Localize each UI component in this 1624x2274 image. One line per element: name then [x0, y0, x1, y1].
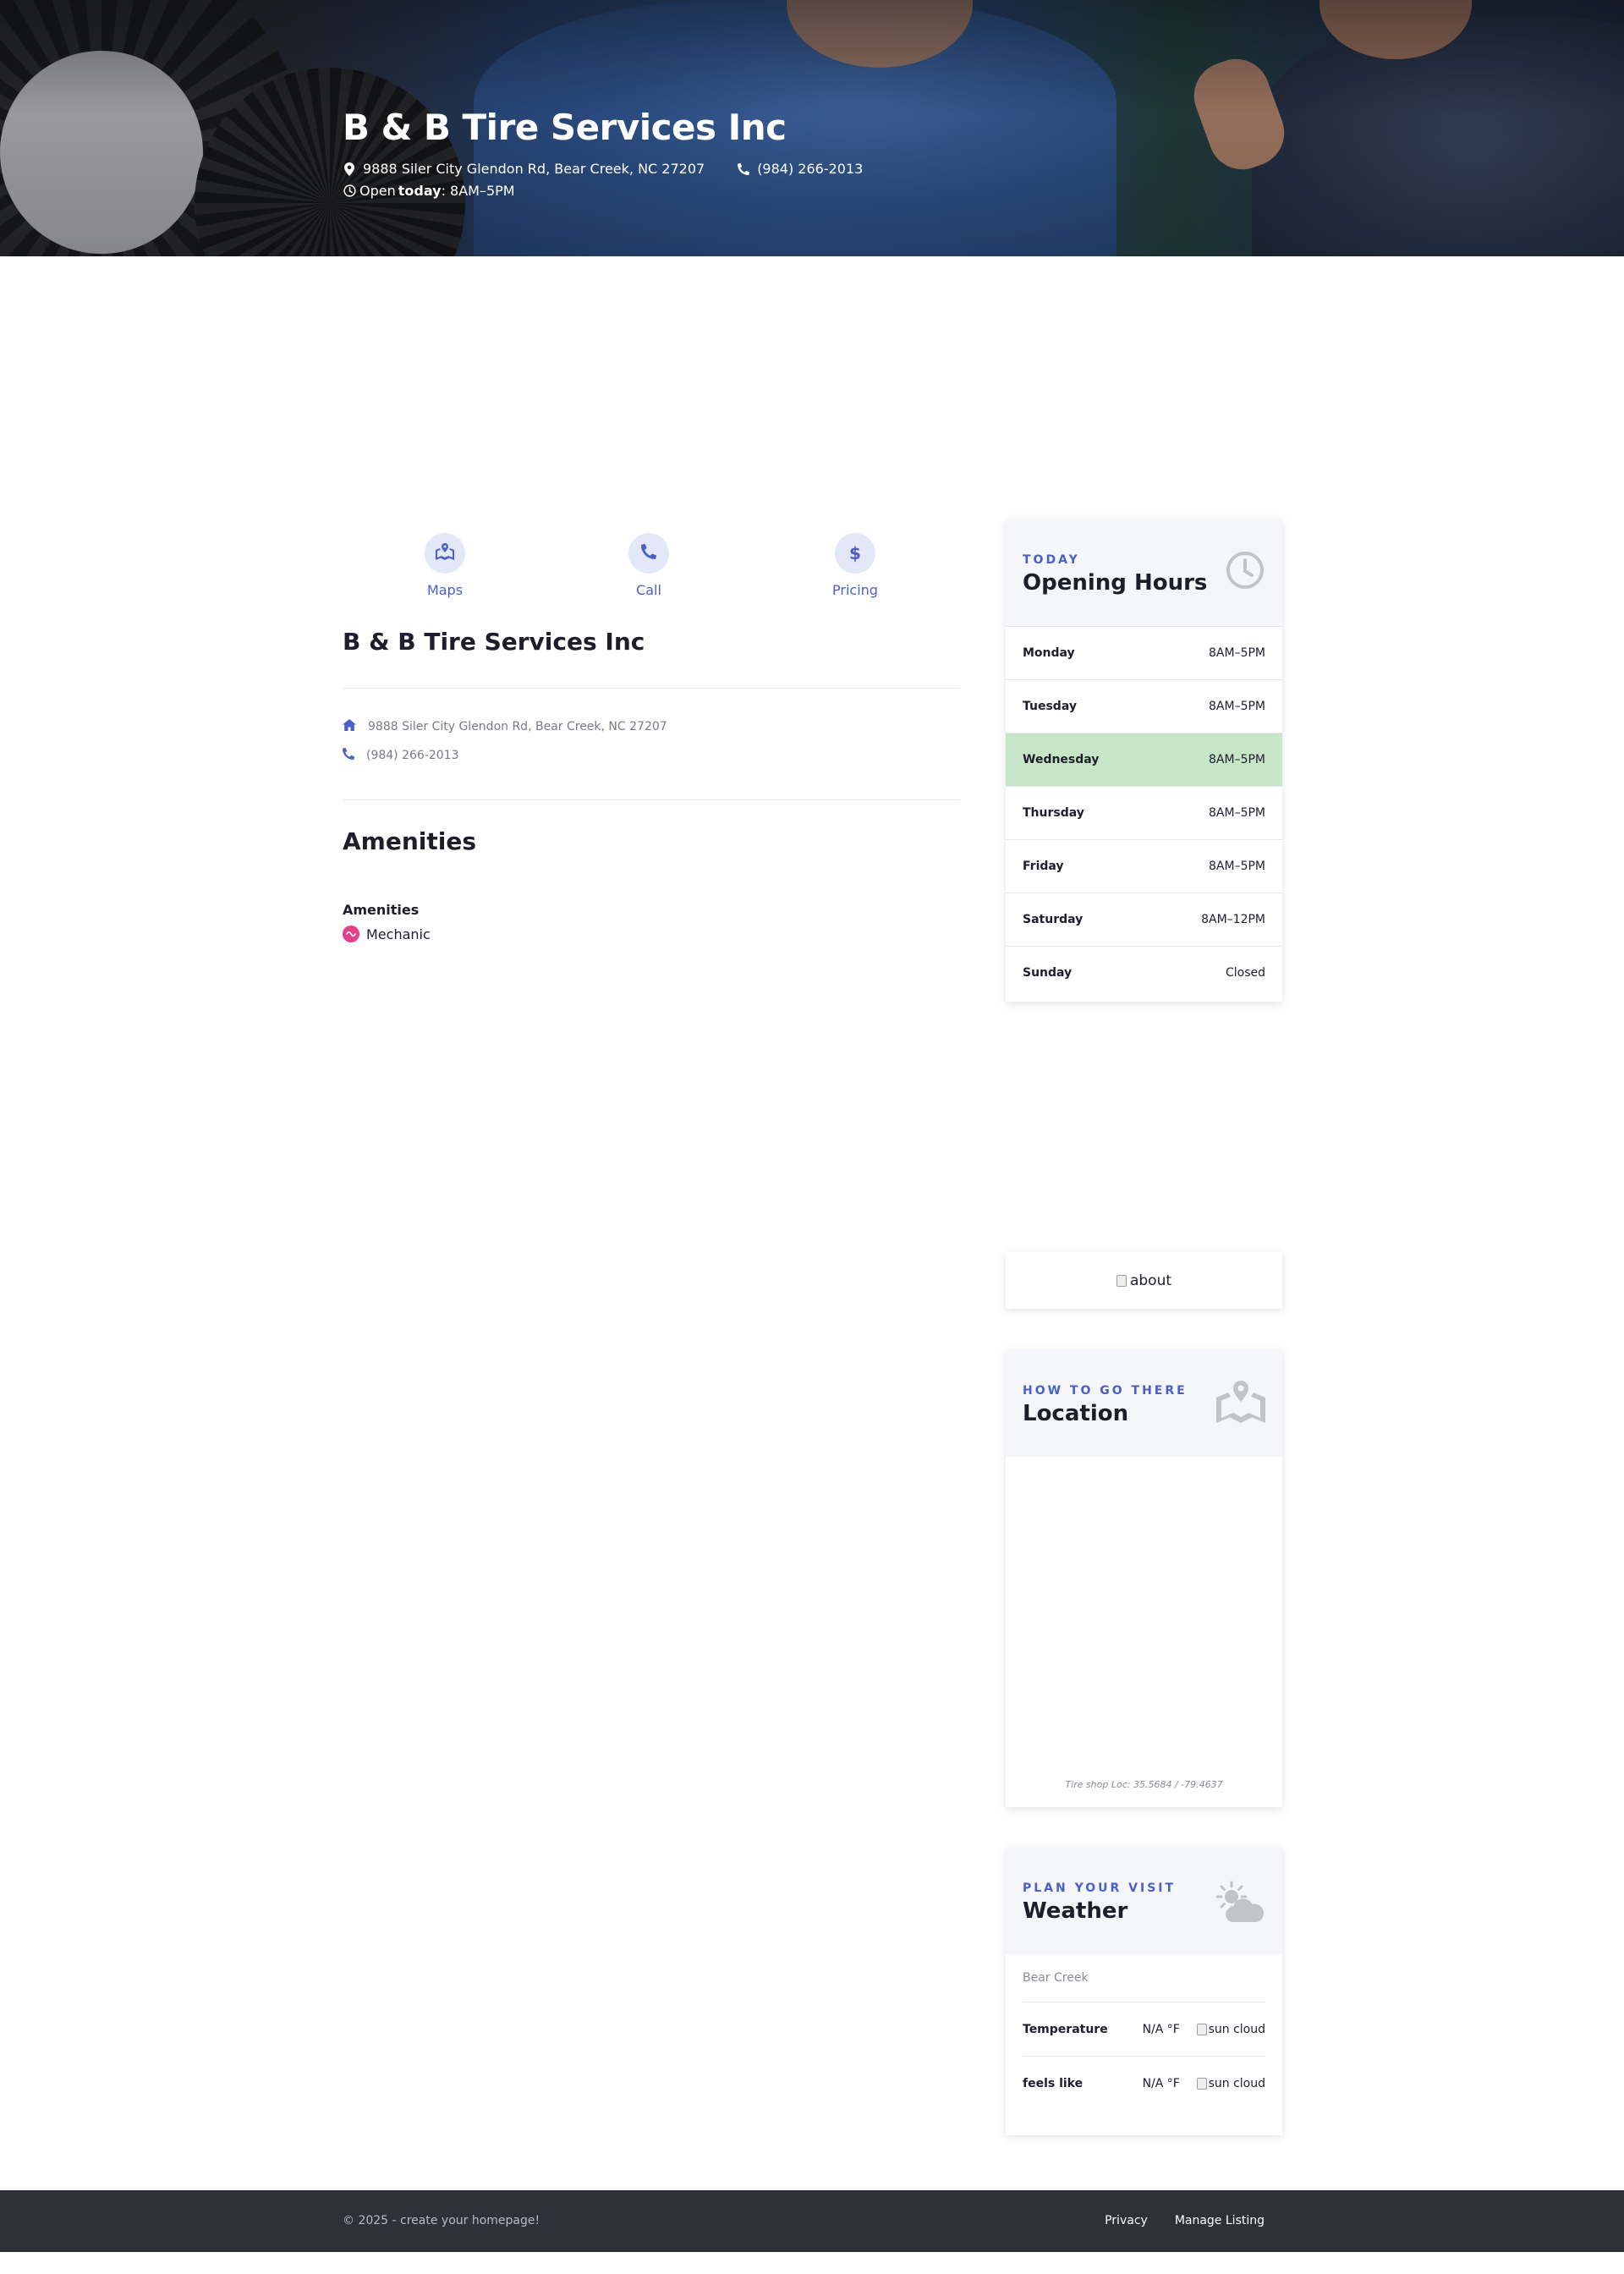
weather-card: PLAN YOUR VISIT Weather Bear Creek Tempe…	[1006, 1848, 1282, 2135]
map-coordinates: Tire shop Loc: 35.5684 / -79.4637	[1065, 1779, 1223, 1790]
map-embed[interactable]: Tire shop Loc: 35.5684 / -79.4637	[1006, 1457, 1282, 1807]
card-header: HOW TO GO THERE Location	[1006, 1350, 1282, 1457]
hours-day: Thursday	[1023, 806, 1084, 820]
open-today-label: today	[398, 183, 442, 199]
footer-copyright: © 2025 - create your homepage!	[343, 2214, 540, 2227]
hours-time: 8AM–5PM	[1209, 753, 1265, 766]
hours-day: Wednesday	[1023, 753, 1100, 766]
sun-cloud-icon	[1213, 1880, 1265, 1927]
dollar-icon: $	[849, 543, 861, 563]
business-phone-row: (984) 266-2013	[342, 747, 459, 763]
business-address: 9888 Siler City Glendon Rd, Bear Creek, …	[368, 720, 667, 733]
business-phone[interactable]: (984) 266-2013	[366, 749, 459, 762]
hours-day: Friday	[1023, 860, 1064, 873]
weather-value: N/A °F	[1142, 2077, 1180, 2090]
open-prefix: Open	[359, 183, 396, 199]
pricing-label: Pricing	[832, 582, 878, 598]
hero-phone[interactable]: (984) 266-2013	[757, 161, 863, 177]
amenity-icon	[343, 926, 359, 942]
hours-time: 8AM–5PM	[1209, 700, 1265, 713]
weather-image: sun cloud	[1196, 2077, 1265, 2090]
hero-contact-line: 9888 Siler City Glendon Rd, Bear Creek, …	[343, 161, 863, 177]
action-bar: Maps Call $ Pricing	[343, 533, 960, 601]
pricing-icon-circle: $	[835, 533, 875, 574]
clock-icon	[1225, 550, 1265, 594]
hero-address[interactable]: 9888 Siler City Glendon Rd, Bear Creek, …	[363, 161, 705, 177]
hero-open-line: Open today: 8AM–5PM	[343, 183, 515, 199]
weather-label: Temperature	[1023, 2022, 1108, 2036]
phone-icon	[342, 747, 355, 763]
hours-row-wednesday: Wednesday 8AM–5PM	[1006, 733, 1282, 786]
hours-row-monday: Monday 8AM–5PM	[1006, 626, 1282, 679]
divider	[343, 688, 960, 689]
broken-image-icon	[1196, 2078, 1207, 2090]
hours-time: 8AM–5PM	[1209, 860, 1265, 873]
weather-city: Bear Creek	[1023, 1971, 1265, 2002]
divider	[343, 799, 960, 800]
about-image-card: about	[1006, 1252, 1282, 1309]
amenity-item: Mechanic	[343, 926, 431, 942]
maps-icon-circle	[425, 533, 465, 574]
about-image-alt: about	[1129, 1272, 1172, 1289]
hours-row-friday: Friday 8AM–5PM	[1006, 839, 1282, 893]
hours-day: Sunday	[1023, 966, 1073, 980]
call-label: Call	[636, 582, 661, 598]
call-button[interactable]: Call	[598, 533, 700, 598]
maps-button[interactable]: Maps	[394, 533, 496, 598]
hours-day: Monday	[1023, 646, 1075, 660]
phone-icon	[737, 162, 750, 176]
home-icon	[343, 719, 356, 734]
amenities-heading: Amenities	[343, 827, 477, 855]
hours-time: 8AM–5PM	[1209, 646, 1265, 660]
map-pin-icon	[343, 162, 356, 176]
clock-icon	[343, 184, 356, 198]
card-header: TODAY Opening Hours	[1006, 519, 1282, 626]
opening-hours-card: TODAY Opening Hours Monday 8AM–5PM Tuesd…	[1006, 519, 1282, 1002]
broken-image-icon	[1116, 1274, 1127, 1287]
map-marked-icon	[436, 543, 454, 563]
business-address-row: 9888 Siler City Glendon Rd, Bear Creek, …	[343, 719, 667, 734]
hero-title: B & B Tire Services Inc	[343, 107, 787, 148]
open-today-hours: : 8AM–5PM	[441, 183, 515, 199]
hours-row-sunday: Sunday Closed	[1006, 946, 1282, 999]
maps-label: Maps	[426, 582, 464, 598]
hours-time: 8AM–5PM	[1209, 806, 1265, 820]
hours-row-tuesday: Tuesday 8AM–5PM	[1006, 679, 1282, 733]
weather-row-feels-like: feels like N/A °F sun cloud	[1023, 2057, 1265, 2111]
hours-time: Closed	[1225, 966, 1265, 980]
hours-time: 8AM–12PM	[1201, 913, 1265, 926]
card-header: PLAN YOUR VISIT Weather	[1006, 1848, 1282, 1954]
weather-row-temperature: Temperature N/A °F sun cloud	[1023, 2002, 1265, 2057]
broken-image-icon	[1196, 2023, 1207, 2035]
phone-icon	[640, 543, 657, 563]
footer-links: Privacy Manage Listing	[1105, 2214, 1265, 2227]
weather-value: N/A °F	[1142, 2022, 1180, 2036]
privacy-link[interactable]: Privacy	[1105, 2214, 1148, 2227]
amenity-label: Mechanic	[366, 926, 431, 942]
map-icon	[1216, 1381, 1265, 1426]
weather-label: feels like	[1023, 2077, 1084, 2090]
amenities-subheading: Amenities	[343, 902, 420, 918]
hours-row-thursday: Thursday 8AM–5PM	[1006, 786, 1282, 839]
hours-day: Tuesday	[1023, 700, 1077, 713]
weather-image-alt: sun cloud	[1208, 2022, 1265, 2036]
manage-listing-link[interactable]: Manage Listing	[1175, 2214, 1265, 2227]
weather-body: Bear Creek Temperature N/A °F sun cloud …	[1006, 1954, 1282, 2111]
hours-day: Saturday	[1023, 913, 1084, 926]
pricing-button[interactable]: $ Pricing	[804, 533, 906, 598]
footer: © 2025 - create your homepage! Privacy M…	[0, 2190, 1624, 2252]
hero-overlay	[0, 0, 1624, 256]
call-icon-circle	[628, 533, 669, 574]
hours-row-saturday: Saturday 8AM–12PM	[1006, 893, 1282, 946]
business-name: B & B Tire Services Inc	[343, 628, 645, 656]
location-card: HOW TO GO THERE Location Tire shop Loc: …	[1006, 1350, 1282, 1807]
weather-image: sun cloud	[1196, 2022, 1265, 2036]
hero-banner: B & B Tire Services Inc 9888 Siler City …	[0, 0, 1624, 256]
weather-image-alt: sun cloud	[1208, 2077, 1265, 2090]
